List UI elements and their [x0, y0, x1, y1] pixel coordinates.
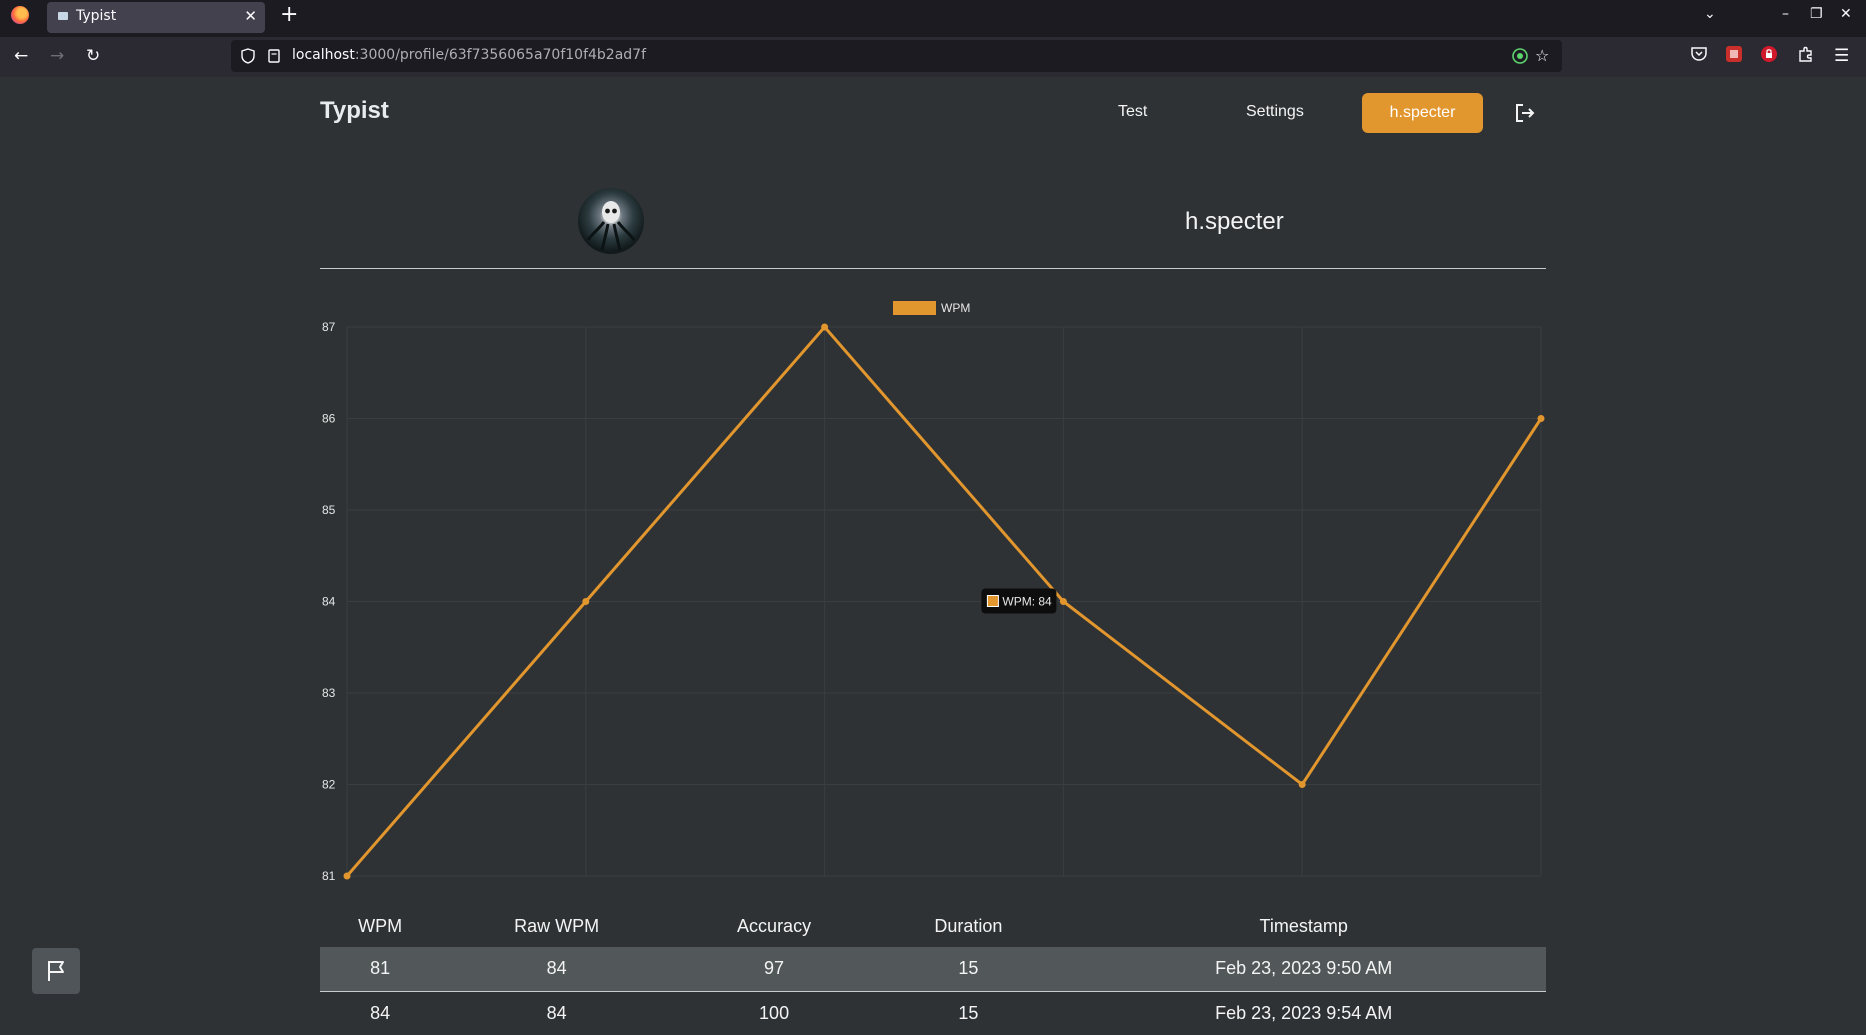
- data-point: [1059, 598, 1067, 605]
- data-point: [1537, 415, 1545, 422]
- list-all-tabs-icon[interactable]: ⌄: [1704, 5, 1716, 23]
- nav-settings-link[interactable]: Settings: [1246, 103, 1304, 121]
- cell-raw-wpm: 84: [546, 1002, 567, 1023]
- tooltip-text: WPM: 84: [1002, 595, 1052, 609]
- y-tick-label: 85: [322, 503, 336, 517]
- y-tick-label: 81: [322, 869, 336, 883]
- page-info-icon[interactable]: [267, 48, 281, 64]
- restore-window-button[interactable]: ❐: [1810, 5, 1823, 23]
- tooltip-swatch: [986, 595, 999, 607]
- reload-button[interactable]: ↻: [86, 45, 100, 67]
- extension-red-icon[interactable]: [1725, 45, 1743, 63]
- bookmark-star-icon[interactable]: ☆: [1535, 46, 1549, 66]
- cell-wpm: 84: [370, 1002, 391, 1023]
- history-table: WPM Raw WPM Accuracy Duration Timestamp …: [320, 905, 1546, 1035]
- report-flag-button[interactable]: [32, 948, 80, 994]
- app-menu-button[interactable]: ☰: [1834, 45, 1849, 67]
- chart-tooltip: WPM: 84: [981, 588, 1057, 614]
- brand-logo[interactable]: Typist: [320, 97, 389, 125]
- cell-wpm: 81: [320, 947, 441, 992]
- table-row: 81 84 97 15 Feb 23, 2023 9:50 AM: [320, 947, 1546, 992]
- col-header-duration: Duration: [934, 915, 1003, 936]
- col-header-wpm: WPM: [358, 915, 403, 936]
- col-header-timestamp: Timestamp: [1259, 915, 1348, 936]
- y-tick-label: 83: [322, 686, 336, 700]
- logout-icon[interactable]: [1514, 103, 1536, 123]
- tab-title: Typist: [76, 8, 117, 24]
- y-tick-label: 84: [322, 595, 336, 609]
- y-tick-label: 86: [322, 412, 336, 426]
- data-point: [821, 323, 829, 331]
- back-button[interactable]: ←: [14, 45, 28, 67]
- tracking-shield-icon[interactable]: [241, 48, 255, 64]
- chart-legend[interactable]: WPM: [893, 301, 970, 315]
- browser-nav-bar: ← → ↻ localhost:3000/profile/63f7356065a…: [0, 37, 1866, 77]
- chart-y-axis: 81 82 83 84 85 86 87: [322, 320, 336, 883]
- profile-username: h.specter: [1185, 208, 1284, 235]
- browser-tab-bar: Typist ✕ + ⌄ – ❐ ✕: [0, 0, 1866, 37]
- y-tick-label: 82: [322, 778, 336, 792]
- cell-timestamp: Feb 23, 2023 9:54 AM: [1215, 1002, 1393, 1023]
- cell-duration: 15: [875, 947, 1062, 992]
- cell-accuracy: 97: [672, 947, 876, 992]
- nav-test-link[interactable]: Test: [1118, 103, 1147, 121]
- forward-button[interactable]: →: [50, 45, 64, 67]
- app-root: Typist Test Settings h.specter h.specter…: [0, 77, 1866, 1028]
- col-header-accuracy: Accuracy: [737, 915, 812, 936]
- extensions-puzzle-icon[interactable]: [1797, 45, 1815, 63]
- user-profile-button[interactable]: h.specter: [1362, 93, 1483, 133]
- browser-tab[interactable]: Typist ✕: [47, 2, 265, 33]
- avatar-image: [586, 201, 636, 251]
- legend-swatch-wpm: [893, 301, 936, 315]
- history-table-header: WPM Raw WPM Accuracy Duration Timestamp: [320, 905, 1546, 947]
- url-bar[interactable]: localhost:3000/profile/63f7356065a70f10f…: [231, 40, 1562, 72]
- extension-status-icon[interactable]: [1512, 48, 1528, 64]
- chart-grid: [346, 326, 1542, 877]
- new-tab-button[interactable]: +: [280, 3, 298, 27]
- legend-label-wpm: WPM: [941, 301, 970, 315]
- tab-favicon-icon: [58, 12, 68, 20]
- profile-divider: [320, 268, 1546, 269]
- cell-accuracy: 100: [759, 1002, 790, 1023]
- firefox-logo-icon: [11, 6, 29, 24]
- cell-timestamp: Feb 23, 2023 9:50 AM: [1061, 947, 1546, 992]
- url-text[interactable]: localhost:3000/profile/63f7356065a70f10f…: [292, 47, 646, 63]
- pocket-icon[interactable]: [1690, 45, 1708, 63]
- url-host: localhost: [292, 47, 355, 63]
- data-point: [1298, 781, 1306, 788]
- close-window-button[interactable]: ✕: [1840, 5, 1852, 23]
- minimize-window-button[interactable]: –: [1782, 5, 1789, 23]
- tab-close-icon[interactable]: ✕: [244, 7, 257, 25]
- table-row: 84 84 100 15 Feb 23, 2023 9:54 AM: [320, 991, 1546, 1035]
- wpm-line-chart: 81 82 83 84 85 86 87 WPM WPM: 84: [322, 301, 1545, 883]
- data-point: [343, 872, 351, 880]
- col-header-raw-wpm: Raw WPM: [514, 915, 600, 936]
- cell-duration: 15: [958, 1002, 979, 1023]
- flag-icon: [48, 961, 64, 981]
- url-path: :3000/profile/63f7356065a70f10f4b2ad7f: [354, 47, 647, 63]
- cell-raw-wpm: 84: [440, 947, 673, 992]
- data-point: [582, 598, 590, 605]
- extension-lock-icon[interactable]: [1760, 45, 1778, 63]
- avatar: [578, 188, 644, 254]
- y-tick-label: 87: [322, 320, 336, 334]
